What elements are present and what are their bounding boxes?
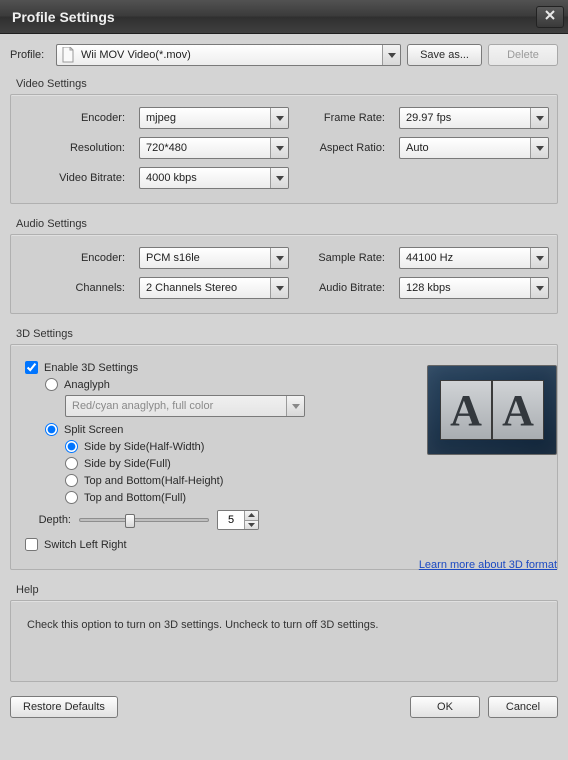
video-settings-group: Video Settings Encoder: mjpeg Frame Rate… <box>10 78 558 204</box>
help-box: Check this option to turn on 3D settings… <box>10 600 558 682</box>
help-group: Help Check this option to turn on 3D set… <box>10 584 558 682</box>
enable-3d-checkbox[interactable]: Enable 3D Settings <box>25 361 335 374</box>
anaglyph-radio[interactable]: Anaglyph <box>45 378 335 391</box>
save-as-button[interactable]: Save as... <box>407 44 482 66</box>
audio-bitrate-combo[interactable]: 128 kbps <box>399 277 549 299</box>
video-aspect-label: Aspect Ratio: <box>299 142 389 154</box>
depth-row: Depth: <box>25 510 335 530</box>
audio-channels-label: Channels: <box>25 282 129 294</box>
video-resolution-combo[interactable]: 720*480 <box>139 137 289 159</box>
chevron-down-icon <box>530 248 548 268</box>
close-icon <box>544 9 556 24</box>
restore-defaults-button[interactable]: Restore Defaults <box>10 696 118 718</box>
preview-left-panel: A <box>440 380 492 440</box>
audio-samplerate-combo[interactable]: 44100 Hz <box>399 247 549 269</box>
chevron-down-icon <box>530 138 548 158</box>
document-icon <box>61 47 75 63</box>
chevron-down-icon <box>270 278 288 298</box>
audio-settings-group: Audio Settings Encoder: PCM s16le Sample… <box>10 218 558 314</box>
video-encoder-combo[interactable]: mjpeg <box>139 107 289 129</box>
spinner-up-button[interactable] <box>245 511 258 521</box>
audio-settings-box: Encoder: PCM s16le Sample Rate: 44100 Hz… <box>10 234 558 314</box>
titlebar: Profile Settings <box>0 0 568 34</box>
chevron-down-icon <box>270 108 288 128</box>
three-d-settings-group: 3D Settings Enable 3D Settings Anaglyph … <box>10 328 558 570</box>
delete-button: Delete <box>488 44 558 66</box>
video-aspect-combo[interactable]: Auto <box>399 137 549 159</box>
audio-samplerate-label: Sample Rate: <box>299 252 389 264</box>
video-framerate-combo[interactable]: 29.97 fps <box>399 107 549 129</box>
video-framerate-label: Frame Rate: <box>299 112 389 124</box>
help-title: Help <box>16 584 558 596</box>
sbs-full-radio[interactable]: Side by Side(Full) <box>65 457 335 470</box>
video-bitrate-label: Video Bitrate: <box>25 172 129 184</box>
video-settings-box: Encoder: mjpeg Frame Rate: 29.97 fps Res… <box>10 94 558 204</box>
anaglyph-type-combo: Red/cyan anaglyph, full color <box>65 395 305 417</box>
chevron-down-icon <box>286 396 304 416</box>
three-d-settings-title: 3D Settings <box>16 328 558 340</box>
three-d-settings-box: Enable 3D Settings Anaglyph Red/cyan ana… <box>10 344 558 570</box>
three-d-preview: A A <box>427 365 557 455</box>
audio-bitrate-label: Audio Bitrate: <box>299 282 389 294</box>
audio-settings-title: Audio Settings <box>16 218 558 230</box>
spinner-down-button[interactable] <box>245 521 258 530</box>
profile-row: Profile: Wii MOV Video(*.mov) Save as...… <box>10 44 558 66</box>
video-encoder-label: Encoder: <box>25 112 129 124</box>
video-resolution-label: Resolution: <box>25 142 129 154</box>
split-screen-radio[interactable]: Split Screen <box>45 423 335 436</box>
profile-value: Wii MOV Video(*.mov) <box>81 49 191 61</box>
chevron-down-icon <box>530 278 548 298</box>
help-text: Check this option to turn on 3D settings… <box>25 613 543 667</box>
chevron-down-icon <box>270 138 288 158</box>
slider-thumb-icon[interactable] <box>125 514 135 528</box>
depth-slider[interactable] <box>79 518 209 522</box>
video-bitrate-combo[interactable]: 4000 kbps <box>139 167 289 189</box>
profile-combo[interactable]: Wii MOV Video(*.mov) <box>56 44 401 66</box>
audio-channels-combo[interactable]: 2 Channels Stereo <box>139 277 289 299</box>
tb-half-radio[interactable]: Top and Bottom(Half-Height) <box>65 474 335 487</box>
cancel-button[interactable]: Cancel <box>488 696 558 718</box>
chevron-down-icon <box>270 248 288 268</box>
chevron-down-icon <box>270 168 288 188</box>
tb-full-radio[interactable]: Top and Bottom(Full) <box>65 491 335 504</box>
window-body: Profile: Wii MOV Video(*.mov) Save as...… <box>0 34 568 728</box>
depth-spinner[interactable] <box>217 510 259 530</box>
learn-more-link[interactable]: Learn more about 3D format <box>419 559 557 571</box>
chevron-down-icon <box>382 45 400 65</box>
chevron-down-icon <box>530 108 548 128</box>
preview-right-panel: A <box>492 380 544 440</box>
depth-value[interactable] <box>218 511 244 529</box>
profile-label: Profile: <box>10 49 50 61</box>
audio-encoder-label: Encoder: <box>25 252 129 264</box>
audio-encoder-combo[interactable]: PCM s16le <box>139 247 289 269</box>
dialog-footer: Restore Defaults OK Cancel <box>10 696 558 718</box>
window-title: Profile Settings <box>12 9 115 25</box>
close-button[interactable] <box>536 6 564 28</box>
sbs-half-radio[interactable]: Side by Side(Half-Width) <box>65 440 335 453</box>
video-settings-title: Video Settings <box>16 78 558 90</box>
switch-lr-checkbox[interactable]: Switch Left Right <box>25 538 335 551</box>
ok-button[interactable]: OK <box>410 696 480 718</box>
depth-label: Depth: <box>25 514 71 526</box>
